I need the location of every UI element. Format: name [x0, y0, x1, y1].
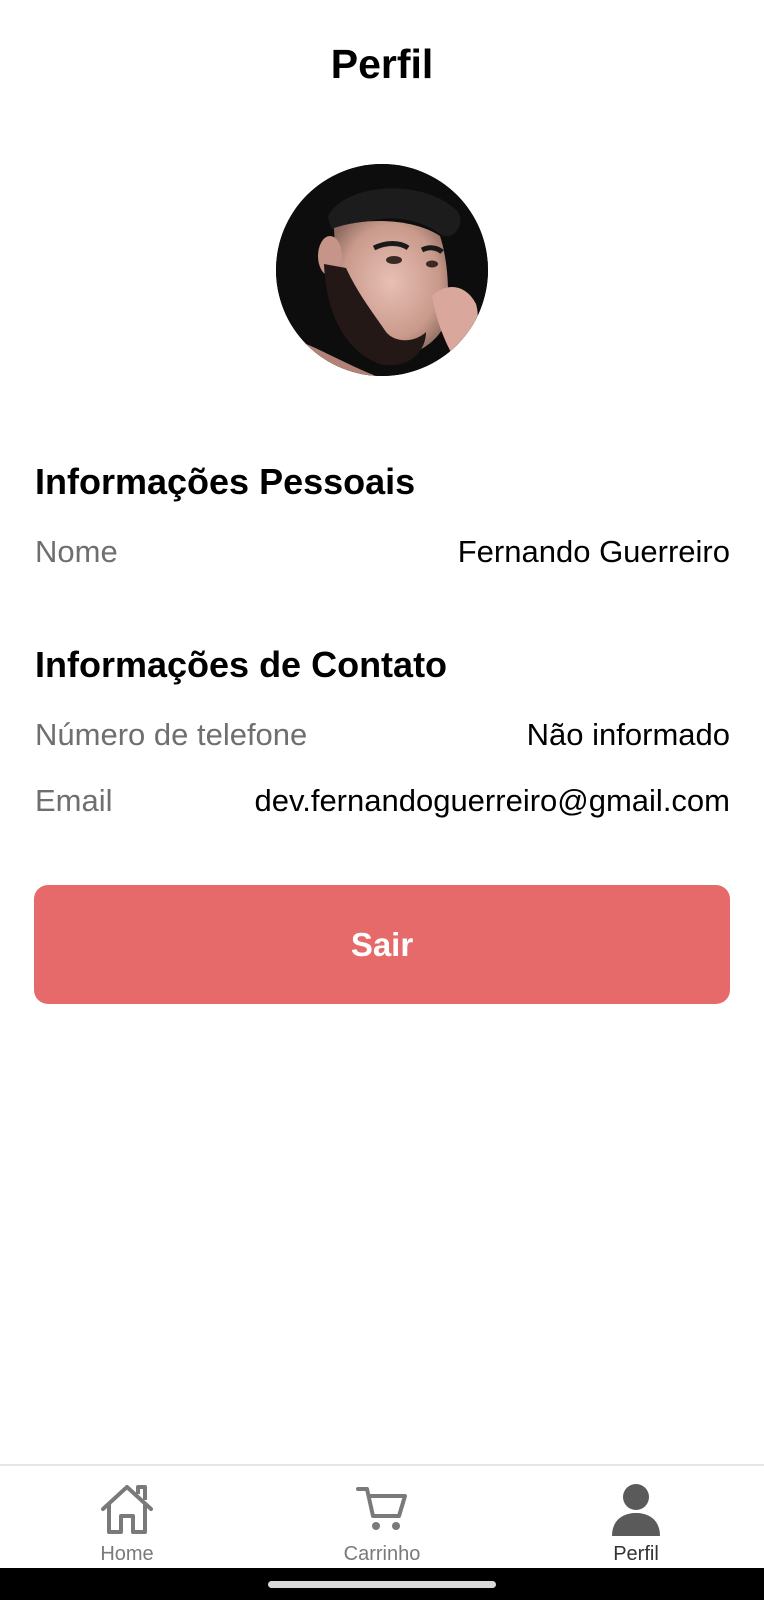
tab-cart[interactable]: Carrinho [302, 1466, 462, 1570]
user-icon [604, 1480, 668, 1538]
avatar-photo [276, 164, 488, 376]
logout-label: Sair [350, 925, 414, 963]
cart-icon [350, 1480, 414, 1538]
tab-home-label: Home [100, 1543, 154, 1565]
system-navigation-bar [0, 1568, 764, 1600]
bottom-tab-bar: Home Carrinho Perfil [0, 1464, 764, 1570]
personal-info-title: Informações Pessoais [35, 461, 416, 502]
tab-home[interactable]: Home [47, 1466, 207, 1570]
tab-profile-label: Perfil [613, 1543, 659, 1565]
phone-value: Não informado [526, 717, 730, 752]
name-value: Fernando Guerreiro [457, 534, 730, 569]
contact-info-title: Informações de Contato [35, 644, 448, 685]
phone-label: Número de telefone [35, 717, 308, 752]
tab-profile[interactable]: Perfil [556, 1466, 716, 1570]
name-label: Nome [35, 534, 118, 569]
home-icon [95, 1480, 159, 1538]
home-indicator[interactable] [268, 1581, 496, 1588]
email-value: dev.fernandoguerreiro@gmail.com [254, 783, 730, 818]
phone-row: Número de telefone Não informado [35, 713, 730, 757]
email-row: Email dev.fernandoguerreiro@gmail.com [35, 779, 730, 823]
email-label: Email [35, 783, 113, 818]
tab-cart-label: Carrinho [343, 1543, 421, 1565]
name-row: Nome Fernando Guerreiro [35, 530, 730, 574]
avatar [276, 164, 488, 376]
logout-button[interactable]: Sair [34, 885, 730, 1004]
page-title: Perfil [330, 41, 434, 87]
